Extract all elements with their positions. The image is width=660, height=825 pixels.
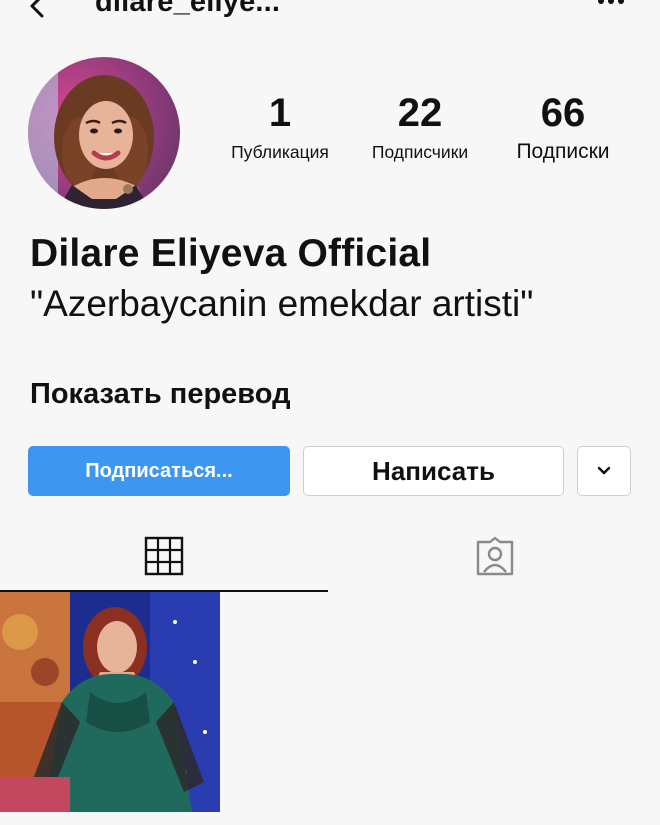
following-count: 66 [540, 91, 586, 135]
message-button[interactable]: Написать [303, 446, 564, 496]
following-stat[interactable]: 66 Подписки [496, 89, 630, 163]
grid-icon [144, 536, 184, 576]
followers-stat[interactable]: 22 Подписчики [356, 89, 484, 163]
display-name: Dilare Eliyeva Official [30, 232, 432, 275]
posts-label: Публикация [231, 142, 329, 162]
tab-tagged[interactable] [330, 520, 660, 592]
posts-count: 1 [268, 91, 292, 135]
top-bar: dilare_eliye... [0, 0, 660, 32]
following-label: Подписки [516, 140, 610, 163]
bio-text: "Azerbaycanin emekdar artisti" [30, 283, 534, 324]
tagged-person-icon [476, 536, 514, 576]
chevron-down-icon [597, 466, 611, 475]
followers-label: Подписчики [371, 142, 469, 162]
profile-username: dilare_eliye... [95, 0, 281, 18]
chevron-left-icon[interactable] [22, 0, 54, 22]
post-thumbnail[interactable] [0, 592, 220, 812]
avatar[interactable] [28, 57, 180, 209]
show-translation-link[interactable]: Показать перевод [30, 378, 290, 411]
posts-stat[interactable]: 1 Публикация [216, 89, 344, 163]
follow-button[interactable]: Подписаться... [28, 446, 290, 496]
tab-posts-grid[interactable] [0, 520, 328, 592]
suggestions-button[interactable] [577, 446, 631, 496]
more-horizontal-icon[interactable] [596, 0, 626, 6]
followers-count: 22 [397, 91, 443, 135]
